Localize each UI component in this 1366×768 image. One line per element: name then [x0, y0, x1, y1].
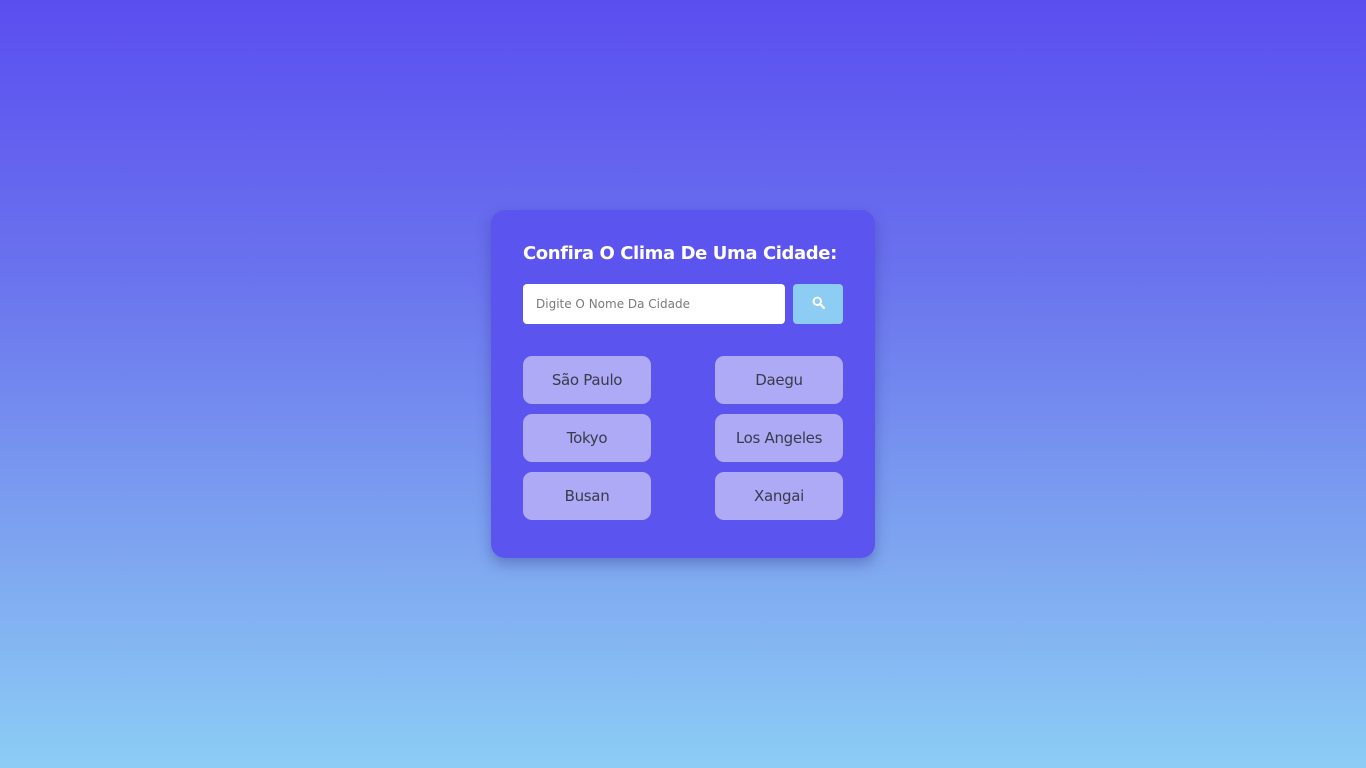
search-button[interactable]: [793, 284, 843, 324]
city-button-daegu[interactable]: Daegu: [715, 356, 843, 404]
search-icon: [812, 296, 825, 312]
city-button-sao-paulo[interactable]: São Paulo: [523, 356, 651, 404]
city-search-input[interactable]: [523, 284, 785, 324]
city-button-los-angeles[interactable]: Los Angeles: [715, 414, 843, 462]
card-title: Confira O Clima De Uma Cidade:: [523, 243, 837, 264]
city-button-grid: São Paulo Daegu Tokyo Los Angeles Busan …: [523, 356, 843, 520]
city-button-busan[interactable]: Busan: [523, 472, 651, 520]
city-button-tokyo[interactable]: Tokyo: [523, 414, 651, 462]
weather-search-card: Confira O Clima De Uma Cidade: São Paulo…: [491, 210, 875, 558]
search-row: [523, 284, 843, 324]
city-button-xangai[interactable]: Xangai: [715, 472, 843, 520]
